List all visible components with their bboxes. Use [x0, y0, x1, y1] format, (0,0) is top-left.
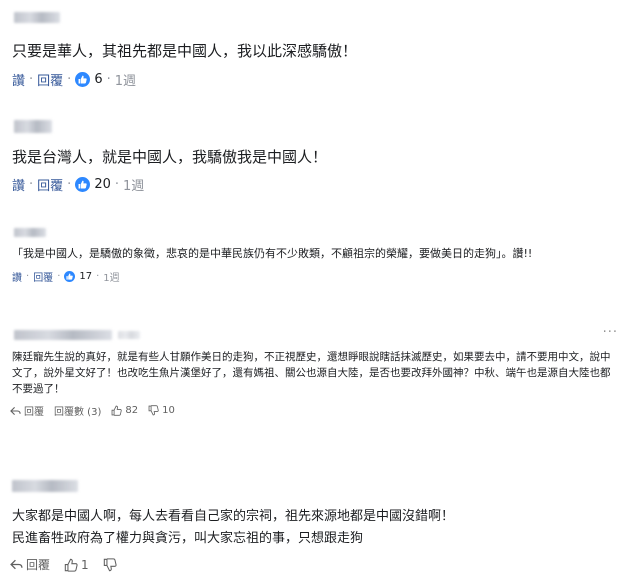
blurred-author-name	[14, 228, 46, 237]
like-button[interactable]: 1	[64, 558, 89, 572]
reply-link[interactable]: 回覆	[37, 70, 63, 89]
separator-dot: ·	[29, 72, 34, 87]
timestamp[interactable]: 1週	[115, 70, 136, 89]
separator-dot: ·	[114, 177, 119, 192]
blurred-timestamp	[118, 331, 140, 339]
separator-dot: ·	[106, 72, 111, 87]
thumbs-up-icon	[64, 271, 76, 282]
like-count: 1	[81, 557, 89, 572]
blurred-author-name	[14, 12, 60, 23]
separator-dot: ·	[57, 271, 61, 282]
thumbs-up-icon	[75, 177, 91, 192]
separator-dot: ·	[67, 177, 72, 192]
comment-text-line-1: 大家都是中國人啊，每人去看看自己家的宗祠，祖先來源地都是中國沒錯啊！	[12, 509, 455, 524]
timestamp[interactable]: 1週	[123, 175, 144, 194]
like-count: 6	[94, 72, 103, 87]
blurred-author-name	[12, 480, 78, 492]
comment-actions: 讚 · 回覆 · 20 · 1週	[12, 175, 144, 194]
reply-label: 回覆	[24, 407, 44, 418]
reply-arrow-icon	[10, 559, 23, 570]
reply-button[interactable]: 回覆	[10, 403, 44, 418]
comment-text: 陳廷寵先生說的真好，就是有些人甘願作美日的走狗，不正視歷史，還想睜眼說瞎話抹滅歷…	[12, 351, 611, 395]
reply-button[interactable]: 回覆	[10, 556, 50, 573]
comment-actions: 回覆 1	[10, 556, 134, 573]
more-options-icon[interactable]: ···	[603, 325, 618, 340]
like-count: 20	[94, 177, 111, 192]
comment-actions: 回覆 回覆數 (3) 82 10	[10, 403, 185, 418]
like-count: 82	[125, 405, 139, 416]
thumbs-down-outline-icon	[103, 557, 117, 571]
dislike-button[interactable]: 10	[148, 405, 175, 416]
comment-actions: 讚 · 回覆 · 6 · 1週	[12, 70, 136, 89]
like-count: 17	[79, 271, 93, 282]
comment-text: 「我是中國人，是驕傲的象徵，悲哀的是中華民族仍有不少敗類，不顧祖宗的榮耀，要做美…	[12, 247, 533, 260]
reply-arrow-icon	[10, 406, 21, 415]
separator-dot: ·	[29, 177, 34, 192]
like-button[interactable]: 82	[111, 405, 138, 416]
like-link[interactable]: 讚	[12, 269, 22, 284]
blurred-author-name	[14, 120, 52, 133]
separator-dot: ·	[67, 72, 72, 87]
thumbs-up-icon	[75, 72, 91, 87]
reply-label: 回覆	[26, 558, 51, 572]
dislike-button[interactable]	[103, 557, 120, 572]
view-replies-button[interactable]: 回覆數 (3)	[54, 403, 101, 418]
like-link[interactable]: 讚	[12, 175, 25, 194]
thumbs-up-outline-icon	[111, 405, 123, 416]
thumbs-down-outline-icon	[148, 405, 159, 416]
timestamp[interactable]: 1週	[103, 269, 119, 284]
like-link[interactable]: 讚	[12, 70, 25, 89]
comment-actions: 讚 · 回覆 · 17 · 1週	[12, 269, 120, 284]
separator-dot: ·	[96, 271, 100, 282]
comment-text: 只要是華人，其祖先都是中國人，我以此深感驕傲！	[12, 42, 358, 60]
comment-text: 我是台灣人，就是中國人，我驕傲我是中國人！	[12, 148, 328, 166]
reply-link[interactable]: 回覆	[37, 175, 63, 194]
separator-dot: ·	[26, 271, 30, 282]
dislike-count: 10	[162, 405, 175, 416]
comment-text-line-2: 民進畜牲政府為了權力與貪污，叫大家忘祖的事，只想跟走狗	[12, 531, 364, 546]
thumbs-up-outline-icon	[64, 558, 78, 572]
blurred-author-name	[14, 330, 112, 340]
reply-link[interactable]: 回覆	[33, 269, 53, 284]
